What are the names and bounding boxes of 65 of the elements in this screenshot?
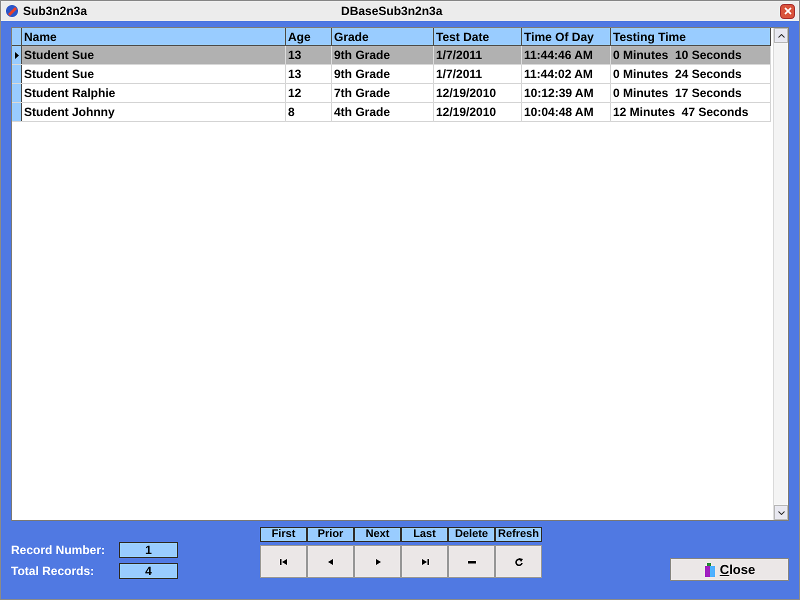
table-cell: 9th Grade	[332, 46, 434, 64]
table-cell: 7th Grade	[332, 84, 434, 102]
close-window-button[interactable]	[780, 4, 795, 18]
navigator-caption: Prior	[307, 527, 354, 542]
table-cell: Student Sue	[22, 46, 286, 64]
table-cell: 0 Minutes 17 Seconds	[611, 84, 771, 102]
value-field: 4	[119, 563, 178, 579]
navigator-caption: Next	[354, 527, 401, 542]
table-cell: 11:44:02 AM	[522, 65, 611, 83]
row-pointer-icon	[14, 52, 18, 58]
row-selector[interactable]	[12, 46, 22, 64]
table-cell: 13	[286, 46, 332, 64]
table-cell: 0 Minutes 10 Seconds	[611, 46, 771, 64]
app-icon	[5, 4, 19, 18]
field-label: Record Number:	[11, 542, 106, 559]
column-header[interactable]: Age	[286, 28, 332, 45]
table-cell: 12	[286, 84, 332, 102]
table-cell: 10:12:39 AM	[522, 84, 611, 102]
table-cell: 12/19/2010	[434, 84, 522, 102]
refresh-icon	[514, 558, 524, 566]
table-cell: Student Sue	[22, 65, 286, 83]
column-header[interactable]: Testing Time	[611, 28, 771, 45]
navigator-caption: Refresh	[495, 527, 542, 542]
table-cell: 11:44:46 AM	[522, 46, 611, 64]
table-cell: 10:04:48 AM	[522, 103, 611, 121]
table-cell: 4th Grade	[332, 103, 434, 121]
last-record-icon	[420, 558, 430, 566]
table-row[interactable]: Student Johnny 8 4th Grade 12/19/2010 10:04:48 AM 12 Minutes 47 Seconds	[12, 103, 771, 122]
previous-icon	[326, 558, 336, 566]
column-header[interactable]: Time Of Day	[522, 28, 611, 45]
table-cell: 8	[286, 103, 332, 121]
table-cell: 1/7/2011	[434, 46, 522, 64]
navigator-button[interactable]	[448, 545, 495, 578]
navigator-button[interactable]	[307, 545, 354, 578]
window-title: Sub3n2n3a	[23, 3, 88, 20]
navigator-caption: Last	[401, 527, 448, 542]
scroll-down-icon	[778, 510, 784, 514]
table-cell: 13	[286, 65, 332, 83]
field-label: Total Records:	[11, 563, 96, 580]
table-cell: 12/19/2010	[434, 103, 522, 121]
table-cell: Student Ralphie	[22, 84, 286, 102]
table-cell: Student Johnny	[22, 103, 286, 121]
close-button[interactable]: Close	[670, 558, 789, 581]
table-cell: 12 Minutes 47 Seconds	[611, 103, 771, 121]
vertical-scrollbar[interactable]	[773, 28, 788, 520]
navigator-caption: Delete	[448, 527, 495, 542]
window-caption: DBaseSub3n2n3a	[341, 3, 442, 20]
table-row[interactable]: Student Sue 13 9th Grade 1/7/2011 11:44:02 AM 0 Minutes 24 Seconds	[12, 65, 771, 84]
table-row[interactable]: Student Ralphie 12 7th Grade 12/19/2010 10:12:39 AM 0 Minutes 17 Seconds	[12, 84, 771, 103]
navigator-button[interactable]	[260, 545, 307, 578]
scroll-up-icon	[778, 34, 784, 38]
navigator-caption: First	[260, 527, 307, 542]
table-cell: 1/7/2011	[434, 65, 522, 83]
table-cell: 9th Grade	[332, 65, 434, 83]
column-header[interactable]: Test Date	[434, 28, 522, 45]
column-header[interactable]: Grade	[332, 28, 434, 45]
table-cell: 0 Minutes 24 Seconds	[611, 65, 771, 83]
first-record-icon	[278, 558, 288, 566]
navigator-button[interactable]	[354, 545, 401, 578]
navigator-button[interactable]	[401, 545, 448, 578]
close-icon	[784, 7, 792, 15]
navigator-button[interactable]	[495, 545, 542, 578]
table-row[interactable]: Student Sue 13 9th Grade 1/7/2011 11:44:46 AM 0 Minutes 10 Seconds	[12, 46, 771, 65]
value-field: 1	[119, 542, 178, 558]
column-header[interactable]: Name	[22, 28, 286, 45]
